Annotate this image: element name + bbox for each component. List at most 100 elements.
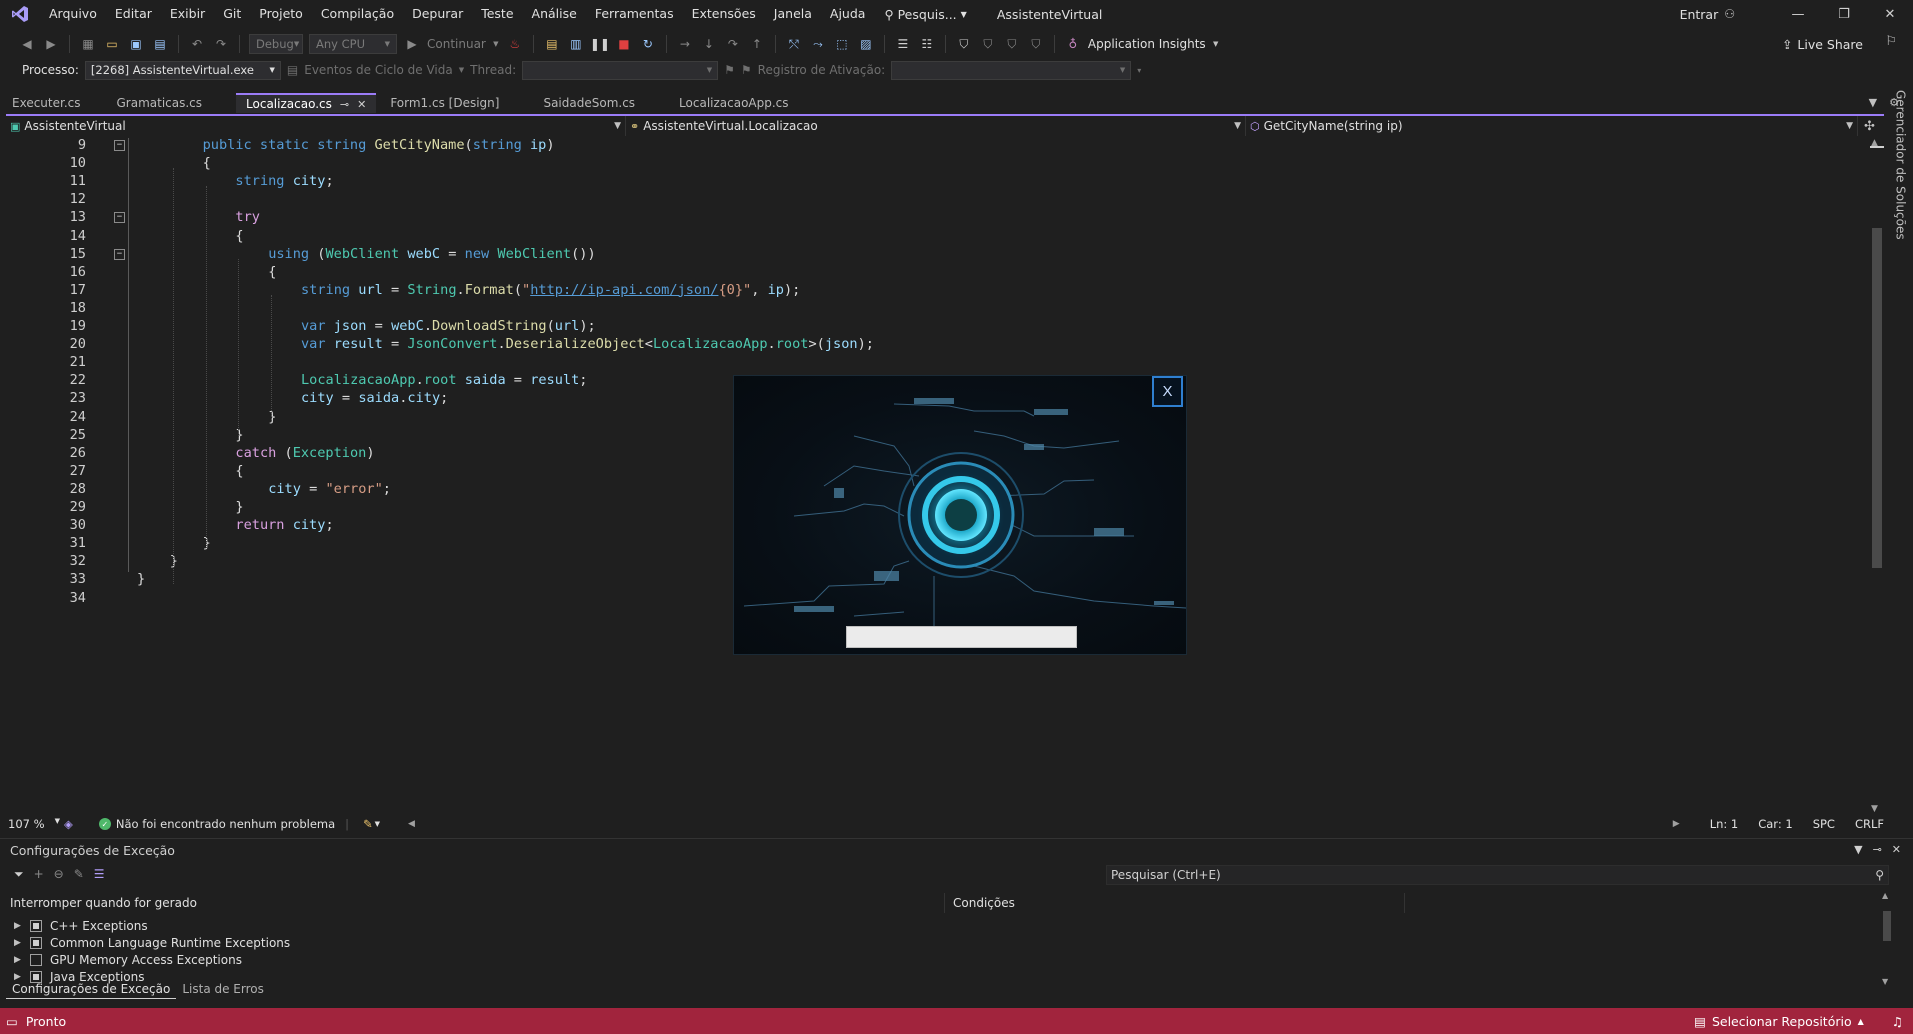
display-layout-icon[interactable]: ▨ (857, 35, 875, 53)
outdent-icon[interactable]: ☷ (918, 35, 936, 53)
line-number[interactable]: Ln: 1 (1710, 817, 1739, 831)
exception-checkbox[interactable] (30, 919, 42, 932)
tab-executer[interactable]: Executer.cs (2, 93, 90, 113)
lifecycle-events-button[interactable]: Eventos de Ciclo de Vida (304, 63, 452, 77)
exception-row-gpu[interactable]: ▶ GPU Memory Access Exceptions (14, 951, 242, 968)
code-line[interactable]: 20 var result = JsonConvert.DeserializeOb… (6, 335, 1866, 353)
menu-teste[interactable]: Teste (472, 0, 522, 28)
command-input[interactable] (846, 626, 1077, 648)
member-select[interactable]: ⬡ GetCityName(string ip) ▼ (1246, 116, 1858, 136)
panel-menu-icon[interactable]: ▼ (1854, 843, 1862, 856)
exception-search-input[interactable]: Pesquisar (Ctrl+E) ⚲ (1106, 865, 1889, 885)
menu-editar[interactable]: Editar (106, 0, 161, 28)
pin-icon[interactable]: ⊸ (1873, 843, 1882, 856)
chevron-down-icon[interactable]: ▼ (375, 820, 380, 828)
restore-defaults-icon[interactable]: ☰ (94, 867, 105, 882)
output-icon[interactable]: ▭ (6, 1014, 18, 1029)
code-line[interactable]: 15− using (WebClient webC = new WebClient… (6, 245, 1866, 263)
expand-icon[interactable]: ▶ (14, 938, 22, 948)
editor-vertical-scrollbar[interactable]: ▲ ▼ (1868, 136, 1884, 816)
thread-select[interactable]: ▼ (522, 60, 719, 80)
step-into-icon[interactable]: ↓ (700, 35, 718, 53)
menu-janela[interactable]: Janela (765, 0, 821, 28)
code-line[interactable]: 12 (6, 190, 1866, 208)
column-conditions[interactable]: Condições (944, 893, 1015, 913)
tab-error-list[interactable]: Lista de Erros (176, 979, 270, 999)
break-all-icon[interactable]: ❚❚ (590, 35, 610, 53)
tab-localizacao[interactable]: Localizacao.cs ⊸ ✕ (236, 93, 377, 113)
code-line[interactable]: 21 (6, 353, 1866, 371)
clear-bookmarks-icon[interactable]: ⛉ (1027, 35, 1045, 53)
layout-icon[interactable]: ▥ (567, 35, 585, 53)
spacing-mode[interactable]: SPC (1813, 817, 1835, 831)
code-line[interactable]: 9− public static string GetCityName(strin… (6, 136, 1866, 154)
menu-ajuda[interactable]: Ajuda (821, 0, 875, 28)
signin-button[interactable]: Entrar (1680, 7, 1719, 22)
code-line[interactable]: 19 var json = webC.DownloadString(url); (6, 317, 1866, 335)
restart-icon[interactable]: ↻ (639, 35, 657, 53)
project-select[interactable]: ▣ AssistenteVirtual ▼ (6, 116, 626, 136)
code-line[interactable]: 17 string url = String.Format("http://ip-… (6, 281, 1866, 299)
remove-icon[interactable]: ⊖ (54, 867, 64, 882)
chevron-down-icon[interactable]: ▼ (459, 66, 464, 74)
menu-projeto[interactable]: Projeto (250, 0, 312, 28)
open-folder-icon[interactable]: ▭ (103, 35, 121, 53)
stop-icon[interactable]: ■ (615, 35, 633, 53)
back-icon[interactable]: ◀ (18, 35, 36, 53)
undo-icon[interactable]: ↶ (188, 35, 206, 53)
tab-form1-design[interactable]: Form1.cs [Design] (380, 93, 509, 113)
code-line[interactable]: 16 { (6, 263, 1866, 281)
live-visual-tree-icon[interactable]: ⤲ (785, 35, 803, 53)
toolbar-options-icon[interactable]: ▾ (1137, 66, 1141, 75)
scroll-left-icon[interactable]: ◀ (408, 819, 415, 829)
solution-config-select[interactable]: Debug ▼ (249, 34, 303, 54)
chevron-down-icon[interactable]: ▼ (1212, 35, 1220, 53)
select-element-icon[interactable]: ⬚ (833, 35, 851, 53)
next-bookmark-icon[interactable]: ⛉ (1003, 35, 1021, 53)
code-line[interactable]: 11 string city; (6, 172, 1866, 190)
save-all-icon[interactable]: ▤ (151, 35, 169, 53)
continue-button[interactable]: Continuar (427, 37, 486, 51)
code-line[interactable]: 18 (6, 299, 1866, 317)
menu-arquivo[interactable]: Arquivo (40, 0, 106, 28)
select-repository-button[interactable]: ▤ Selecionar Repositório ▲ (1694, 1014, 1864, 1029)
tab-exception-settings[interactable]: Configurações de Exceção (6, 979, 177, 999)
menu-depurar[interactable]: Depurar (403, 0, 472, 28)
close-button[interactable]: X (1152, 376, 1183, 407)
column-break-when-thrown[interactable]: Interromper quando for gerado (10, 896, 197, 910)
stack-frame-select[interactable]: ▼ (891, 60, 1132, 80)
copilot-icon[interactable]: ◈ (64, 817, 73, 831)
account-icon[interactable]: ⚇ (1724, 7, 1735, 21)
exception-row-clr[interactable]: ▶ Common Language Runtime Exceptions (14, 934, 290, 951)
menu-extensoes[interactable]: Extensões (683, 0, 765, 28)
expand-icon[interactable]: ▶ (14, 921, 22, 931)
code-line[interactable]: 10 { (6, 154, 1866, 172)
menu-ferramentas[interactable]: Ferramentas (586, 0, 683, 28)
menu-git[interactable]: Git (214, 0, 250, 28)
restore-button[interactable]: ❐ (1821, 0, 1867, 28)
flag-icon[interactable]: ⚑ (724, 63, 735, 77)
save-icon[interactable]: ▣ (127, 35, 145, 53)
play-icon[interactable]: ▶ (403, 35, 421, 53)
scroll-thumb[interactable] (1883, 911, 1891, 941)
minimize-button[interactable]: — (1775, 0, 1821, 28)
char-number[interactable]: Car: 1 (1758, 817, 1792, 831)
exception-checkbox[interactable] (30, 953, 42, 966)
zoom-select[interactable]: 107 % ▼ (6, 817, 64, 831)
step-out-icon[interactable]: ↑ (748, 35, 766, 53)
redo-icon[interactable]: ↷ (212, 35, 230, 53)
scroll-right-icon[interactable]: ▶ (1673, 819, 1680, 829)
collapse-icon[interactable]: − (114, 212, 125, 224)
feedback-icon[interactable]: ⚐ (1885, 34, 1897, 49)
close-icon[interactable]: ✕ (357, 96, 366, 113)
solution-explorer-tab[interactable]: Gerenciador de Soluções (1888, 90, 1913, 250)
scroll-down-icon[interactable]: ▼ (1871, 804, 1878, 814)
notifications-icon[interactable]: ♫ (1892, 1014, 1903, 1029)
split-editor-icon[interactable]: ✣ (1864, 119, 1875, 134)
menu-exibir[interactable]: Exibir (161, 0, 214, 28)
collapse-icon[interactable]: − (114, 248, 125, 260)
tab-saidadesom[interactable]: SaidadeSom.cs (533, 93, 645, 113)
menu-analise[interactable]: Análise (523, 0, 586, 28)
prev-bookmark-icon[interactable]: ⛉ (979, 35, 997, 53)
chevron-down-icon[interactable]: ▼ (492, 35, 500, 53)
